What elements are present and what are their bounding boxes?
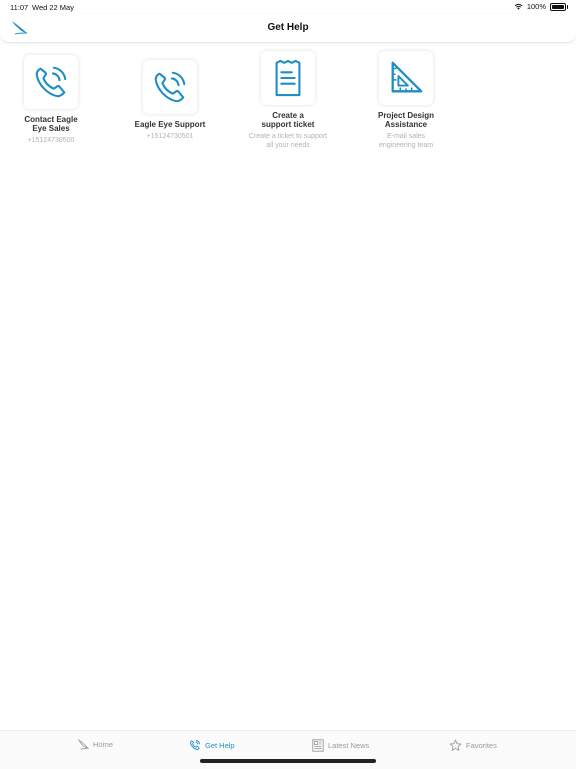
- create-support-ticket-card[interactable]: Create a support ticket Create a ticket t…: [240, 51, 336, 150]
- status-indicators: 100%: [514, 2, 568, 11]
- tab-label: Get Help: [205, 740, 235, 750]
- page-title: Get Help: [267, 22, 309, 33]
- status-date: Wed 22 May: [32, 3, 74, 12]
- triangle-ruler-icon: [391, 61, 423, 93]
- tab-bar: Home Get Help Latest News Favorites: [0, 730, 576, 769]
- phone-icon: [190, 740, 200, 750]
- feather-icon: [78, 739, 89, 750]
- battery-percent: 100%: [526, 2, 546, 11]
- status-bar: 11:07 Wed 22 May 100%: [0, 0, 576, 14]
- card-description: E-mail sales engineering team: [378, 133, 434, 149]
- phone-number[interactable]: +15124730501: [122, 132, 218, 141]
- card-description: Create a ticket to support all your needs: [248, 133, 328, 149]
- phone-ringing-icon: [154, 71, 186, 103]
- receipt-icon: [275, 59, 301, 97]
- card-title: Eagle Eye Support: [134, 120, 206, 129]
- card-tile: [24, 55, 78, 109]
- tab-latest-news[interactable]: Latest News: [312, 739, 369, 752]
- tab-label: Favorites: [466, 741, 497, 750]
- eagle-eye-support-card[interactable]: Eagle Eye Support +15124730501: [122, 60, 218, 141]
- tab-get-help[interactable]: Get Help: [189, 739, 235, 751]
- tab-home[interactable]: Home: [78, 739, 113, 750]
- contact-sales-card[interactable]: Contact Eagle Eye Sales +15124730500: [3, 55, 99, 145]
- card-tile: [143, 60, 197, 114]
- phone-ringing-icon: [35, 66, 67, 98]
- card-title: Create a support ticket: [261, 111, 315, 129]
- tab-favorites[interactable]: Favorites: [449, 739, 497, 752]
- wifi-icon: [514, 3, 523, 10]
- card-title: Contact Eagle Eye Sales: [24, 115, 78, 133]
- card-title: Project Design Assistance: [377, 111, 434, 129]
- navigation-bar: Get Help: [0, 14, 576, 43]
- phone-number[interactable]: +15124730500: [3, 136, 99, 145]
- star-icon: [449, 739, 462, 751]
- newspaper-icon: [312, 739, 324, 752]
- tab-label: Home: [93, 740, 114, 749]
- tab-label: Latest News: [328, 741, 370, 750]
- status-time: 11:07: [10, 3, 29, 12]
- project-design-assistance-card[interactable]: Project Design Assistance E-mail sales eng…: [358, 51, 454, 150]
- card-tile: [261, 51, 315, 105]
- home-indicator[interactable]: [200, 759, 376, 763]
- card-tile: [379, 51, 433, 105]
- battery-icon: [550, 2, 568, 11]
